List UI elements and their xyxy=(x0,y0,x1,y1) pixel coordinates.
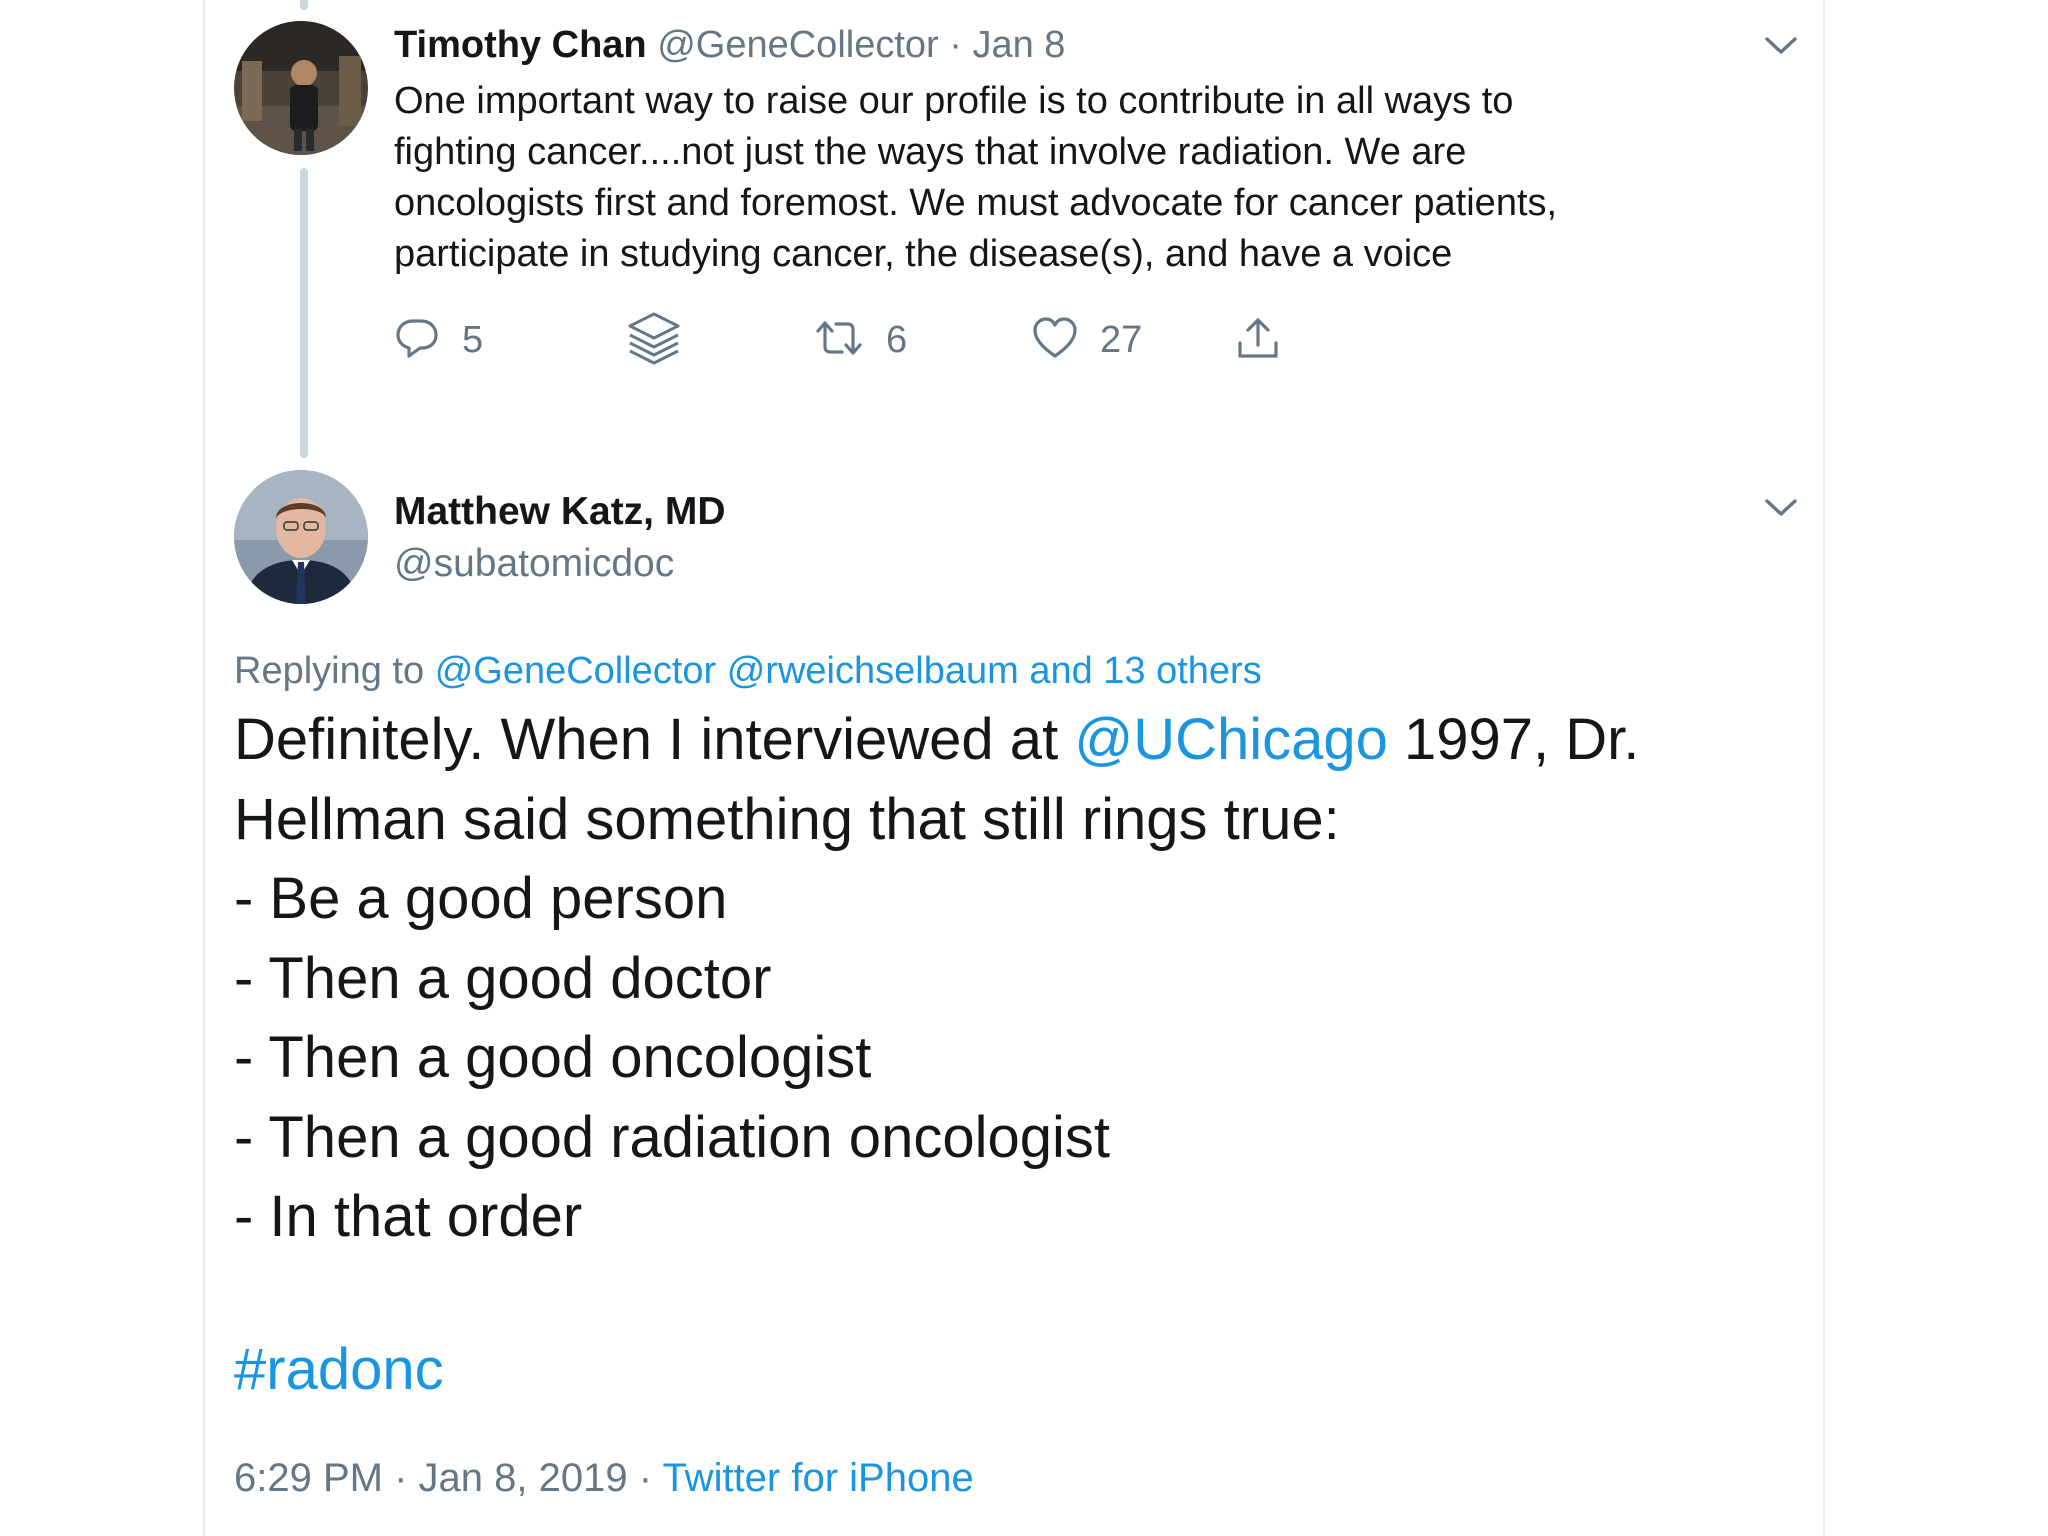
tweet1-text-line: One important way to raise our profile i… xyxy=(394,80,1514,122)
hashtag-link[interactable]: #radonc xyxy=(234,1330,444,1410)
replying-to-mention[interactable]: @GeneCollector xyxy=(435,650,716,692)
tweet-thread-card: Timothy Chan @GeneCollector · Jan 8 One … xyxy=(203,0,1825,1536)
tweet2-text-line: Definitely. When I interviewed at @UChic… xyxy=(234,700,1794,780)
replying-to-label: Replying to xyxy=(234,650,425,692)
tweet2-date[interactable]: Jan 8, 2019 xyxy=(419,1456,628,1500)
tweet2-text-fragment: Definitely. When I interviewed at xyxy=(234,707,1059,772)
tweet1-text-line: oncologists first and foremost. We must … xyxy=(394,182,1558,224)
reply-button[interactable]: 5 xyxy=(394,312,483,368)
tweet2-text-line: - Then a good oncologist xyxy=(234,1025,872,1090)
thread-connector-top xyxy=(300,0,308,10)
tweet2-text-line: - Then a good radiation oncologist xyxy=(234,1104,1110,1170)
page: Timothy Chan @GeneCollector · Jan 8 One … xyxy=(0,0,2048,1536)
tweet1-text-line: fighting cancer....not just the ways tha… xyxy=(394,131,1467,173)
like-button[interactable]: 27 xyxy=(1032,312,1142,368)
replying-to-mention[interactable]: @rweichselbaum xyxy=(727,650,1019,692)
retweet-count: 6 xyxy=(886,318,908,361)
retweet-icon xyxy=(814,315,864,366)
mention-link[interactable]: @UChicago xyxy=(1074,707,1388,772)
share-button[interactable] xyxy=(1235,312,1281,368)
layers-icon xyxy=(624,308,684,373)
tweet2-text-line: - In that order xyxy=(234,1184,583,1249)
tweet1-header: Timothy Chan @GeneCollector · Jan 8 xyxy=(394,20,1065,70)
replying-to-others[interactable]: and 13 others xyxy=(1029,650,1261,692)
avatar-matthew-katz[interactable] xyxy=(234,470,368,604)
avatar-timothy-chan[interactable] xyxy=(234,21,368,155)
tweet1-text: One important way to raise our profile i… xyxy=(394,76,1794,280)
chevron-down-icon[interactable] xyxy=(1761,492,1801,522)
thread-connector-line xyxy=(300,168,308,458)
share-icon xyxy=(1235,315,1281,366)
tweet2-dot-separator: · xyxy=(394,1456,408,1500)
like-count: 27 xyxy=(1100,318,1143,361)
tweet2-dot-separator: · xyxy=(638,1456,653,1500)
tweet2-text-line: - Then a good doctor xyxy=(234,945,772,1011)
tweet2-metadata: 6:29 PM · Jan 8, 2019 · Twitter for iPho… xyxy=(234,1452,974,1504)
tweet2-text-line: - Be a good person xyxy=(234,866,728,931)
tweet2-text: Definitely. When I interviewed at @UChic… xyxy=(234,700,1794,1257)
tweet2-author-handle[interactable]: @subatomicdoc xyxy=(394,538,674,590)
tweet2-author-name[interactable]: Matthew Katz, MD xyxy=(394,486,726,538)
reply-count: 5 xyxy=(462,318,484,361)
tweet1-date[interactable]: Jan 8 xyxy=(972,24,1065,66)
tweet1-text-line: participate in studying cancer, the dise… xyxy=(394,233,1453,275)
tweet2-text-line: Hellman said something that still rings … xyxy=(234,786,1340,852)
tweet1-author-handle[interactable]: @GeneCollector xyxy=(657,24,938,66)
tweet1-dot-separator: · xyxy=(949,24,962,66)
layers-button[interactable] xyxy=(624,312,684,368)
tweet1-author-name[interactable]: Timothy Chan xyxy=(394,24,647,66)
tweet2-text-fragment: 1997, Dr. xyxy=(1404,707,1640,772)
tweet1-action-bar: 5 6 27 xyxy=(394,312,1394,368)
heart-icon xyxy=(1032,316,1078,365)
chevron-down-icon[interactable] xyxy=(1761,30,1801,60)
reply-icon xyxy=(394,315,440,366)
replying-to-line: Replying to @GeneCollector @rweichselbau… xyxy=(234,646,1262,696)
tweet2-source[interactable]: Twitter for iPhone xyxy=(662,1456,973,1500)
tweet2-time[interactable]: 6:29 PM xyxy=(234,1456,383,1500)
retweet-button[interactable]: 6 xyxy=(814,312,907,368)
